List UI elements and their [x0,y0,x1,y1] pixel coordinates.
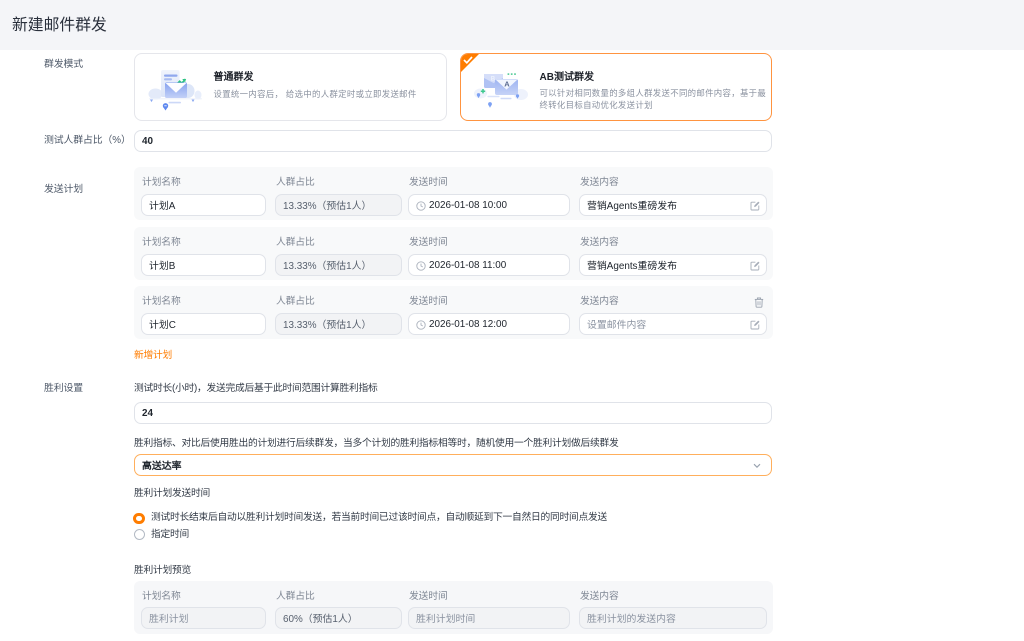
svg-text:A: A [504,80,510,89]
